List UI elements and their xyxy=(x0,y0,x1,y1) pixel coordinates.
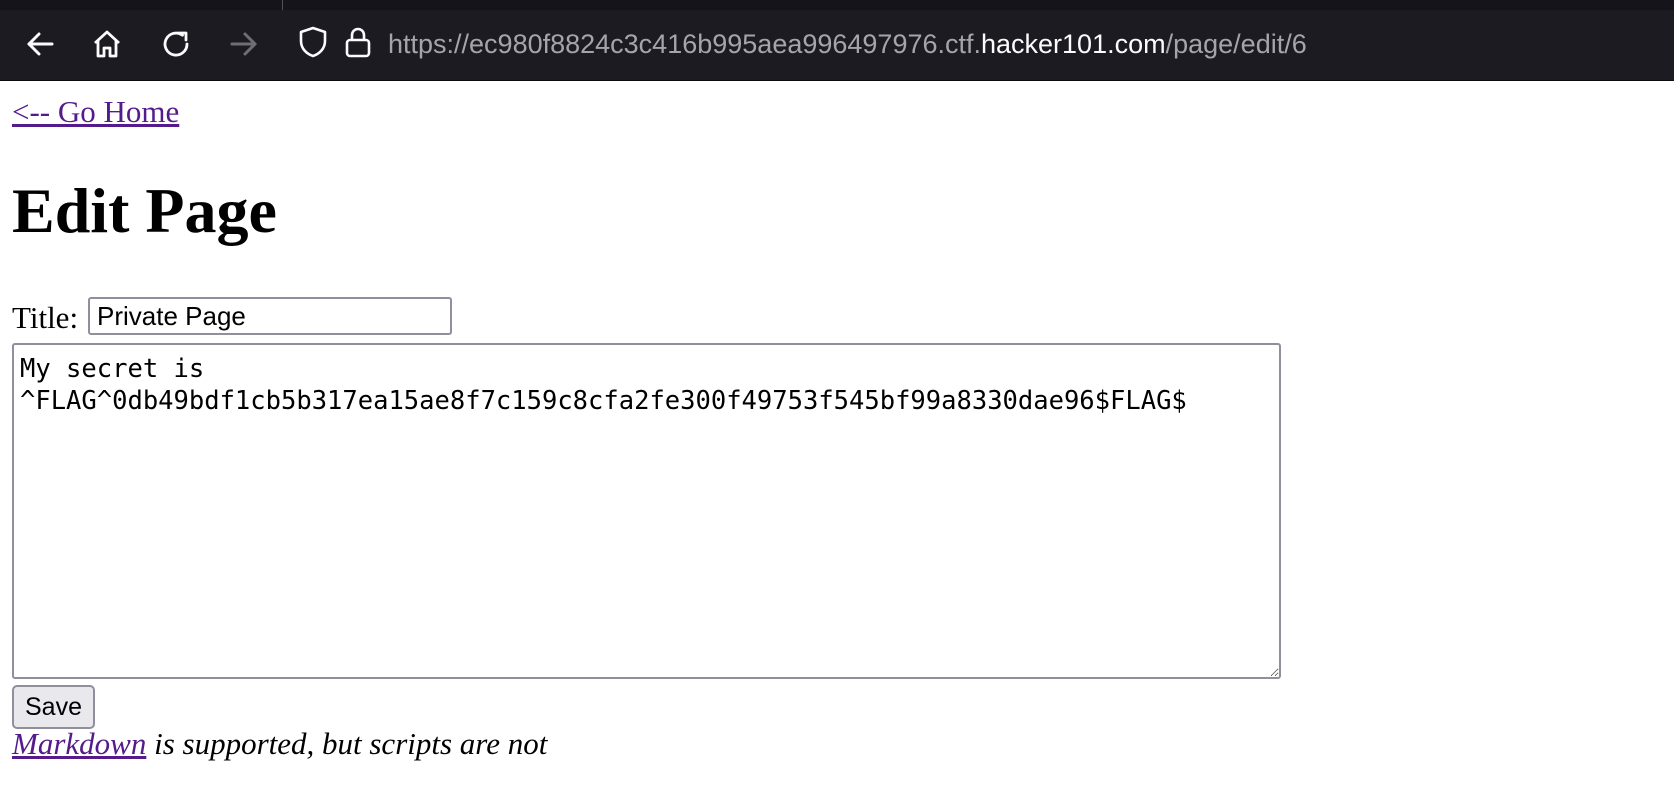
page-body-textarea[interactable]: My secret is ^FLAG^0db49bdf1cb5b317ea15a… xyxy=(12,343,1281,679)
save-button[interactable]: Save xyxy=(12,685,95,729)
reload-button[interactable] xyxy=(158,26,194,62)
home-button[interactable] xyxy=(89,26,125,62)
back-arrow-icon xyxy=(24,28,56,60)
site-security-button[interactable] xyxy=(342,27,374,61)
go-home-link[interactable]: <-- Go Home xyxy=(12,94,179,130)
title-input[interactable] xyxy=(88,297,452,335)
tab-separator xyxy=(282,0,283,10)
tracking-protection-button[interactable] xyxy=(297,26,329,63)
title-label: Title: xyxy=(12,300,79,335)
markdown-note: Markdown is supported, but scripts are n… xyxy=(12,726,547,762)
markdown-note-text: is supported, but scripts are not xyxy=(146,726,548,761)
tab-strip xyxy=(0,0,1674,10)
url-bar[interactable]: https://ec980f8824c3c416b995aea996497976… xyxy=(388,24,1658,64)
forward-button[interactable] xyxy=(226,26,262,62)
url-prefix: https://ec980f8824c3c416b995aea996497976… xyxy=(388,28,981,59)
url-path: /page/edit/6 xyxy=(1165,28,1307,59)
shield-icon xyxy=(298,26,328,63)
home-icon xyxy=(91,28,123,60)
back-button[interactable] xyxy=(22,26,58,62)
page-title: Edit Page xyxy=(12,175,277,246)
url-domain: hacker101.com xyxy=(981,28,1166,59)
reload-icon xyxy=(160,28,192,60)
forward-arrow-icon xyxy=(228,28,260,60)
lock-icon xyxy=(344,26,372,63)
markdown-link[interactable]: Markdown xyxy=(12,726,146,761)
browser-toolbar: https://ec980f8824c3c416b995aea996497976… xyxy=(0,0,1674,81)
